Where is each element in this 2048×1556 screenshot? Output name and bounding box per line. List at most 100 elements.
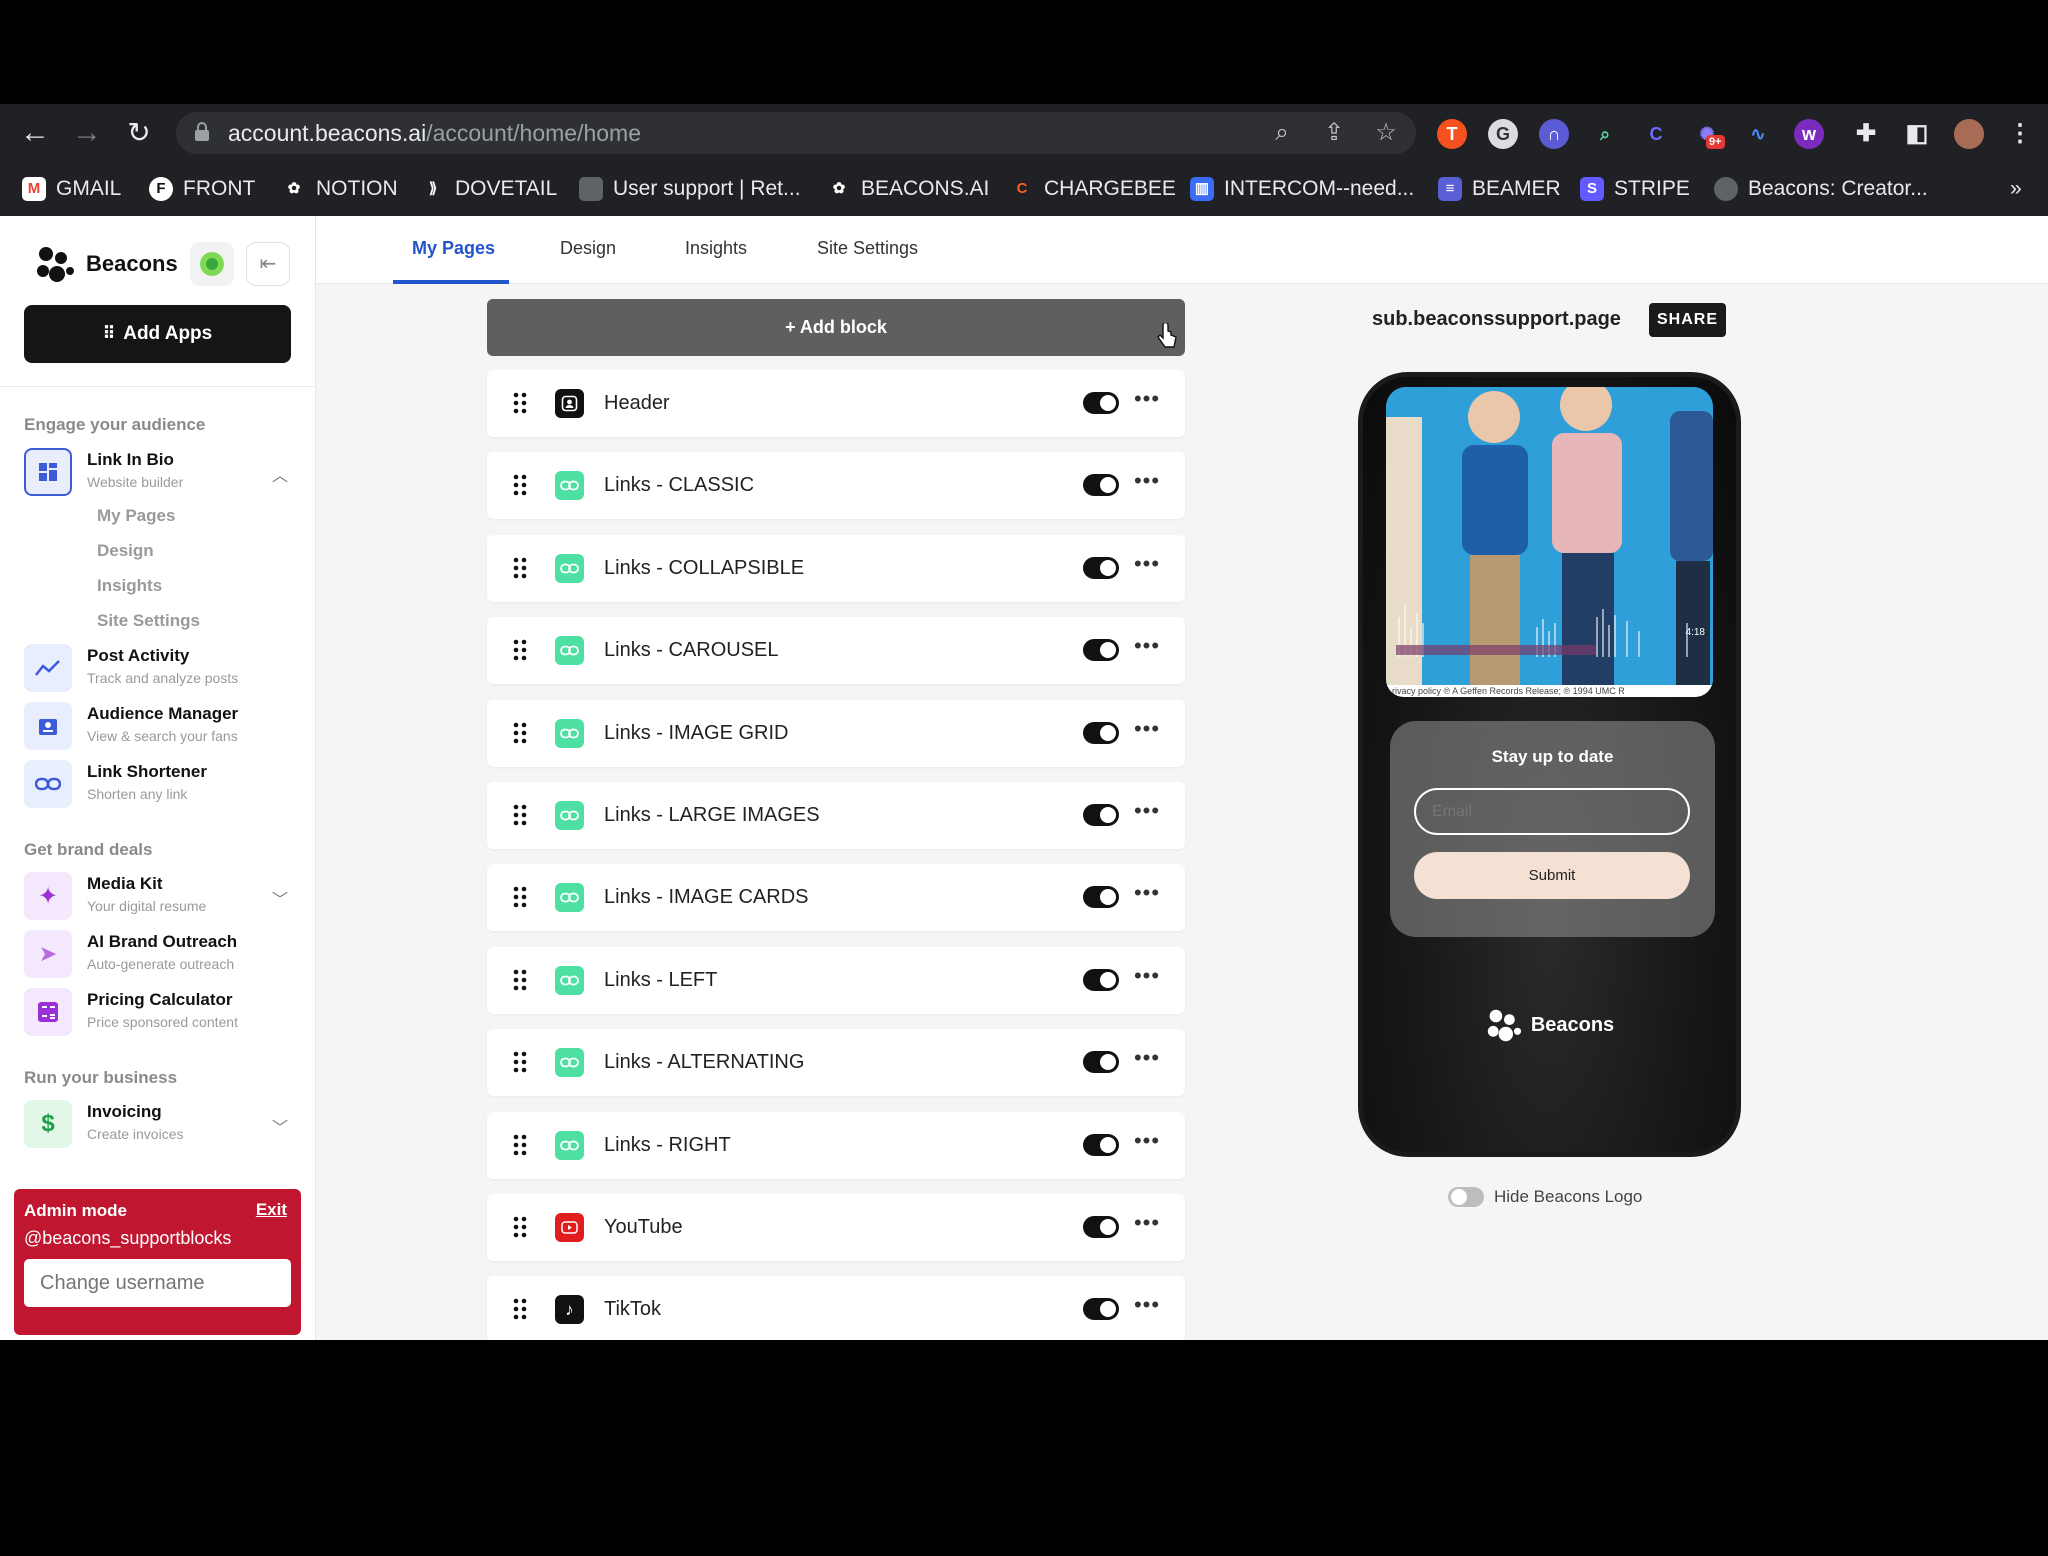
extension-icon-arc[interactable]: ∩ <box>1539 119 1569 149</box>
chevron-down-icon[interactable]: ﹀ <box>272 886 288 910</box>
sidebar-item-media-kit[interactable]: ✦ Media Kit Your digital resume ﹀ <box>24 872 294 924</box>
block-visibility-toggle[interactable] <box>1083 392 1119 414</box>
bookmark-chargebee[interactable]: C CHARGEBEE <box>1010 174 1176 204</box>
browser-menu-icon[interactable]: ⋮ <box>2005 119 2035 149</box>
extension-icon-grammar[interactable]: G <box>1488 119 1518 149</box>
more-options-icon[interactable]: ••• <box>1133 964 1161 993</box>
sidebar-item-pricing-calculator[interactable]: Pricing Calculator Price sponsored conte… <box>24 988 294 1040</box>
chevron-down-icon[interactable]: ﹀ <box>272 1114 288 1138</box>
zoom-icon[interactable]: ⌕ <box>1268 119 1296 147</box>
block-visibility-toggle[interactable] <box>1083 886 1119 909</box>
chevron-up-icon[interactable]: ︿ <box>272 462 288 486</box>
bookmark-stripe[interactable]: S STRIPE <box>1580 174 1690 204</box>
sidebar-item-link-in-bio[interactable]: Link In Bio Website builder ︿ <box>24 448 294 500</box>
change-username-input[interactable] <box>24 1259 291 1307</box>
block-row[interactable]: Header ••• <box>487 370 1185 437</box>
more-options-icon[interactable]: ••• <box>1133 1294 1161 1322</box>
extension-icon-badge[interactable]: ✺ 9+ <box>1692 119 1725 149</box>
block-visibility-toggle[interactable] <box>1083 1216 1119 1238</box>
block-visibility-toggle[interactable] <box>1083 804 1119 826</box>
extension-icon-w[interactable]: w <box>1794 119 1824 149</box>
block-row[interactable]: ♪ TikTok ••• <box>487 1276 1185 1340</box>
bookmark-beacons[interactable]: ✿ BEACONS.AI <box>827 174 990 204</box>
drag-handle-icon[interactable] <box>513 1051 527 1073</box>
side-panel-icon[interactable]: ◧ <box>1902 119 1932 149</box>
bookmark-gmail[interactable]: M GMAIL <box>22 174 121 204</box>
block-row[interactable]: Links - IMAGE CARDS ••• <box>487 864 1185 932</box>
sidebar-item-audience-manager[interactable]: Audience Manager View & search your fans <box>24 702 294 754</box>
more-options-icon[interactable]: ••• <box>1133 882 1161 910</box>
address-bar[interactable]: account.beacons.ai/account/home/home ⌕ ⇪… <box>176 112 1416 154</box>
bookmark-beamer[interactable]: ≡ BEAMER <box>1438 174 1561 204</box>
reload-icon[interactable]: ↻ <box>122 116 156 150</box>
sidebar-item-post-activity[interactable]: Post Activity Track and analyze posts <box>24 644 294 696</box>
sidebar-sublink-design[interactable]: Design <box>97 541 154 561</box>
extension-icon-c[interactable]: C <box>1641 119 1671 149</box>
drag-handle-icon[interactable] <box>513 557 527 579</box>
drag-handle-icon[interactable] <box>513 1134 527 1156</box>
extension-icon-lens[interactable]: ⌕ <box>1590 119 1620 149</box>
more-options-icon[interactable]: ••• <box>1133 1212 1161 1240</box>
tab-insights[interactable]: Insights <box>685 238 747 259</box>
block-visibility-toggle[interactable] <box>1083 968 1119 991</box>
block-row[interactable]: Links - IMAGE GRID ••• <box>487 699 1185 767</box>
block-visibility-toggle[interactable] <box>1083 1051 1119 1074</box>
drag-handle-icon[interactable] <box>513 474 527 496</box>
block-row[interactable]: YouTube ••• <box>487 1194 1185 1261</box>
back-icon[interactable]: ← <box>18 116 52 150</box>
tab-design[interactable]: Design <box>560 238 616 259</box>
bookmark-intercom[interactable]: ▥ INTERCOM--need... <box>1190 174 1414 204</box>
submit-button[interactable]: Submit <box>1414 852 1690 899</box>
sidebar-item-invoicing[interactable]: $ Invoicing Create invoices ﹀ <box>24 1100 294 1152</box>
share-page-icon[interactable]: ⇪ <box>1320 119 1348 147</box>
add-apps-button[interactable]: ⠿ Add Apps <box>24 305 291 363</box>
block-row[interactable]: Links - ALTERNATING ••• <box>487 1029 1185 1097</box>
bookmark-star-icon[interactable]: ☆ <box>1372 119 1400 147</box>
drag-handle-icon[interactable] <box>513 804 527 826</box>
plant-avatar-button[interactable] <box>190 242 234 286</box>
extension-icon-t[interactable]: T <box>1437 119 1467 149</box>
add-block-button[interactable]: + Add block <box>487 299 1185 356</box>
sidebar-item-link-shortener[interactable]: Link Shortener Shorten any link <box>24 760 294 812</box>
sidebar-sublink-insights[interactable]: Insights <box>97 576 162 596</box>
collapse-sidebar-icon[interactable]: ⇤ <box>246 242 290 286</box>
more-options-icon[interactable]: ••• <box>1133 1129 1161 1158</box>
drag-handle-icon[interactable] <box>513 969 527 991</box>
drag-handle-icon[interactable] <box>513 1298 527 1320</box>
block-visibility-toggle[interactable] <box>1083 639 1119 662</box>
tab-my-pages[interactable]: My Pages <box>412 238 495 259</box>
sidebar-item-ai-brand-outreach[interactable]: ➤ AI Brand Outreach Auto-generate outrea… <box>24 930 294 982</box>
block-row[interactable]: Links - LARGE IMAGES ••• <box>487 782 1185 849</box>
block-visibility-toggle[interactable] <box>1083 721 1119 744</box>
sidebar-sublink-site-settings[interactable]: Site Settings <box>97 611 200 631</box>
more-options-icon[interactable]: ••• <box>1133 388 1161 416</box>
block-row[interactable]: Links - CAROUSEL ••• <box>487 617 1185 685</box>
bookmark-user-support[interactable]: User support | Ret... <box>579 174 801 204</box>
bookmark-beacons-creator[interactable]: Beacons: Creator... <box>1714 174 1928 204</box>
bookmarks-overflow[interactable]: » <box>2010 174 2022 204</box>
drag-handle-icon[interactable] <box>513 639 527 661</box>
more-options-icon[interactable]: ••• <box>1133 800 1161 828</box>
tab-site-settings[interactable]: Site Settings <box>817 238 918 259</box>
more-options-icon[interactable]: ••• <box>1133 552 1161 581</box>
more-options-icon[interactable]: ••• <box>1133 1047 1161 1075</box>
extensions-puzzle-icon[interactable]: ✚ <box>1851 119 1881 149</box>
more-options-icon[interactable]: ••• <box>1133 635 1161 663</box>
admin-exit-link[interactable]: Exit <box>256 1200 287 1220</box>
sidebar-sublink-my-pages[interactable]: My Pages <box>97 506 175 526</box>
block-visibility-toggle[interactable] <box>1083 1133 1119 1156</box>
email-field[interactable] <box>1414 788 1690 835</box>
drag-handle-icon[interactable] <box>513 722 527 744</box>
drag-handle-icon[interactable] <box>513 1216 527 1238</box>
drag-handle-icon[interactable] <box>513 392 527 414</box>
block-row[interactable]: Links - RIGHT ••• <box>487 1111 1185 1179</box>
more-options-icon[interactable]: ••• <box>1133 717 1161 746</box>
forward-icon[interactable]: → <box>70 116 104 150</box>
hide-logo-toggle[interactable] <box>1448 1187 1484 1207</box>
bookmark-notion[interactable]: ✿ NOTION <box>282 174 398 204</box>
block-row[interactable]: Links - LEFT ••• <box>487 946 1185 1014</box>
drag-handle-icon[interactable] <box>513 886 527 908</box>
bookmark-front[interactable]: F FRONT <box>149 174 255 204</box>
block-row[interactable]: Links - CLASSIC ••• <box>487 452 1185 520</box>
extension-icon-wave[interactable]: ∿ <box>1743 119 1773 149</box>
